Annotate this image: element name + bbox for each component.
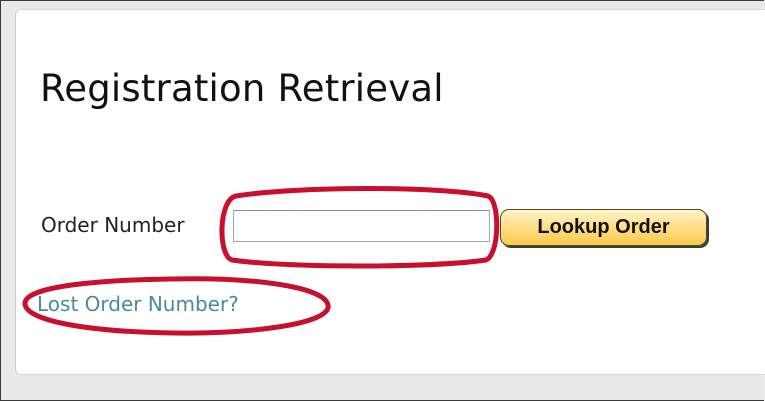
page-title: Registration Retrieval	[40, 67, 444, 110]
lost-order-number-link[interactable]: Lost Order Number?	[37, 292, 239, 316]
order-number-label: Order Number	[41, 213, 185, 237]
order-number-input[interactable]	[233, 210, 490, 242]
content-panel	[15, 9, 765, 375]
lookup-order-button[interactable]: Lookup Order	[500, 209, 707, 246]
window-frame: Registration Retrieval Order Number Look…	[0, 0, 765, 401]
